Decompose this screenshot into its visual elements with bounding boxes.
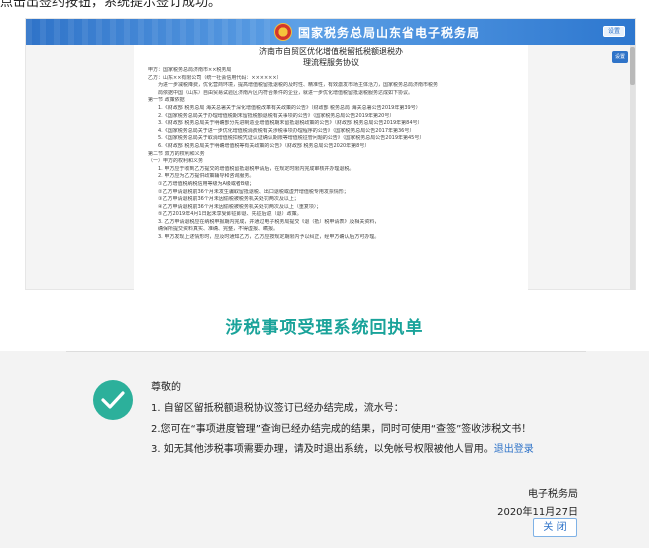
message-item-3-text: 3. 如无其他涉税事项需要办理，请及时退出系统，以免帐号权限被他人冒用。 (151, 444, 494, 455)
close-button[interactable]: 关 闭 (533, 518, 577, 537)
document-line: ⑤乙方2019年4月1日起未享受即征即退、先征后返（退）政策。 (158, 211, 302, 218)
document-line: 确保所提交资料真实、准确、完整，不得虚报、瞒报。 (158, 226, 279, 233)
document-title-line1: 济南市自贸区优化增值税留抵税额退税办 (259, 47, 403, 56)
document-line: 3. 甲方发现上述情形时，应及时通知乙方，乙方应按规定期限内予以纠正，经甲方确认… (158, 234, 380, 241)
document-line: 第一节 政策依据 (148, 97, 185, 104)
document-line: 3. 乙方申请退税应在纳税申报期内完成，并通过电子税务局提交《退（抵）税申请表》… (158, 218, 380, 225)
document-line: 乙方：山东××有限公司（统一社会信用代码：××××××） (148, 74, 282, 81)
document-line: 6.《财政部 税务总局关于明确增值税等有关政策的公告》（财政部 税务总局公告20… (158, 142, 370, 149)
banner-settings-button[interactable]: 设置 (603, 26, 625, 37)
document-line: 1.《财政部 税务总局 海关总署关于深化增值税改革有关政策的公告》（财政部 税务… (158, 104, 421, 111)
top-caption: 点击出签约按钮，系统提示签订成功。 (0, 0, 222, 10)
document-title-line2: 理流程服务协议 (303, 58, 359, 67)
document-viewer: 国家税务总局山东省电子税务局 设置 济南市自贸区优化增值税留抵税额退税办 理流程… (25, 18, 636, 290)
document-line: ③乙方申请退税前36个月未因偷税被税务机关处罚两次及以上； (158, 196, 299, 203)
document-line: 第二节 双方的权利和义务 (148, 150, 205, 157)
document-line: 为进一步减税降费，优化营商环境，提高增值税留抵退税的及时性、精准性，有效激发市场… (158, 82, 439, 89)
receipt-title: 涉税事项受理系统回执单 (225, 318, 424, 338)
message-item-2: 2.您可在“事项进度管理”查询已经办结完成的结果，同时可使用“查签”签收涉税文书… (151, 424, 532, 435)
banner-title: 国家税务总局山东省电子税务局 (298, 26, 481, 40)
side-settings-button[interactable]: 设置 (612, 51, 628, 63)
signature-text: 电子税务局 (528, 489, 578, 500)
document-body: 甲方：国家税务总局济南市××税务局 乙方：山东××有限公司（统一社会信用代码：××… (148, 67, 514, 242)
agreement-document-page: 济南市自贸区优化增值税留抵税额退税办 理流程服务协议 甲方：国家税务总局济南市×… (134, 45, 528, 290)
receipt-date: 2020年11月27日 (497, 507, 578, 518)
document-line: 4.《国家税务总局关于进一步优化增值税消费税有关涉税事项办理程序的公告》（国家税… (158, 127, 415, 134)
card-divider (66, 351, 586, 352)
message-item-1: 1. 自留区留抵税额退税协议签订已经办结完成，流水号： (151, 403, 404, 414)
document-line: 2.《国家税务总局关于办理增值税期末留抵税额退税有关事项的公告》（国家税务总局公… (158, 112, 395, 119)
document-line: 1. 甲方应于收到乙方提交的增值税留抵退税申请后，在规定时限内完成审核并办理退税… (158, 165, 355, 172)
logout-link[interactable]: 退出登录 (494, 444, 534, 455)
document-line: 3.《财政部 税务总局关于明确部分先进制造业增值税期末留抵退税政策的公告》（财政… (158, 120, 423, 127)
success-check-icon (93, 380, 133, 420)
document-line: 甲方：国家税务总局济南市××税务局 (148, 67, 232, 73)
document-line: 2. 甲方应为乙方提供政策辅导和咨询服务。 (158, 173, 255, 180)
document-scrollbar[interactable] (630, 45, 635, 290)
document-line: ①乙方增值税纳税信用等级为A级或者B级； (158, 180, 255, 187)
document-line: （一）甲方的权利和义务 (148, 158, 204, 165)
message-item-3: 3. 如无其他涉税事项需要办理，请及时退出系统，以免帐号权限被他人冒用。退出登录 (151, 440, 534, 455)
document-line: ②乙方申请退税前36个月未发生骗取留抵退税、出口退税或虚开增值税专用发票情形； (158, 188, 349, 195)
greeting-text: 尊敬的 (151, 382, 181, 393)
document-scrollbar-thumb[interactable] (630, 47, 635, 85)
document-line: 5.《国家税务总局关于取消增值税扣税凭证认证确认期限等增值税征管问题的公告》（国… (158, 135, 425, 142)
document-line: ④乙方申请退税前36个月未因偷税被税务机关处罚两次及以上（重复项）； (158, 203, 322, 210)
national-emblem-icon (274, 23, 292, 41)
tax-bureau-banner: 国家税务总局山东省电子税务局 设置 (26, 19, 635, 45)
great-wall-decoration (26, 19, 276, 45)
document-line: 局依据中国（山东）自由贸易试验区济南片区内符合条件的企业，就进一步优化增值税留抵… (158, 89, 414, 96)
